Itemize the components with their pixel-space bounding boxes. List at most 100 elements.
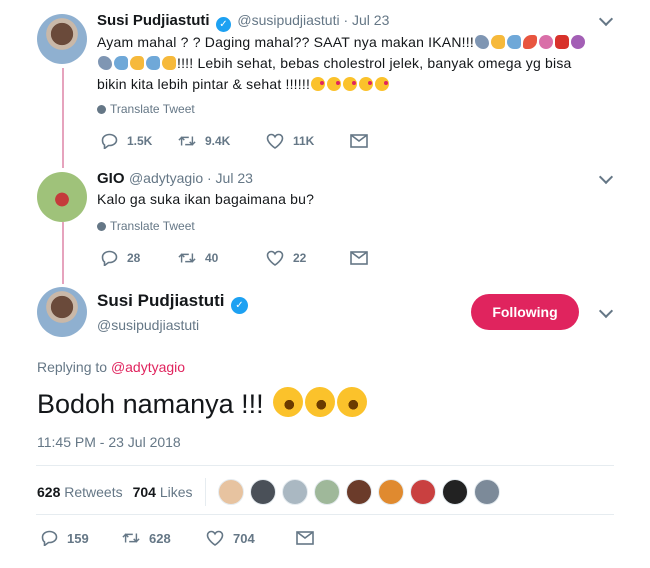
verified-badge-icon: ✓	[230, 297, 248, 314]
liker-avatar[interactable]	[377, 479, 404, 505]
reply-icon	[40, 529, 58, 547]
message-button[interactable]	[350, 132, 368, 150]
author-name[interactable]: GIO	[97, 170, 125, 187]
reply-count: 28	[127, 251, 141, 265]
tweet-text: Kalo ga suka ikan bagaimana bu?	[97, 191, 315, 207]
retweet-count: 40	[205, 251, 219, 265]
tweet-actions: 1.5K 9.4K 11K	[100, 132, 368, 150]
squid-emoji-icon	[570, 35, 585, 49]
liker-avatar[interactable]	[409, 479, 436, 505]
translate-tweet-link[interactable]: Translate Tweet	[97, 102, 195, 116]
liker-avatar[interactable]	[441, 479, 468, 505]
retweets-count: 628	[37, 484, 61, 500]
author-name[interactable]: Susi Pudjiastuti	[97, 291, 225, 310]
liker-avatar[interactable]	[345, 479, 372, 505]
tropical-fish-emoji-icon	[162, 56, 176, 70]
rofl-emoji-icon	[332, 382, 373, 422]
reply-count: 1.5K	[127, 134, 153, 148]
rofl-emoji-icon	[268, 382, 309, 422]
translate-tweet-link[interactable]: Translate Tweet	[97, 219, 195, 233]
like-count: 704	[233, 530, 255, 546]
tweet-header: Susi Pudjiastuti ✓ @susipudjiastuti · Ju…	[97, 12, 389, 32]
tweet-text: Bodoh namanya !!!	[37, 389, 272, 419]
like-count: 11K	[293, 134, 315, 148]
chevron-down-icon[interactable]	[598, 169, 614, 185]
reply-icon	[100, 132, 118, 150]
tweet-text-line: Ayam mahal ? ? Daging mahal?? SAAT nya m…	[97, 34, 474, 50]
main-tweet-text: Bodoh namanya !!!	[37, 382, 373, 422]
liker-avatar[interactable]	[249, 479, 276, 505]
fish-emoji-icon	[114, 56, 128, 70]
kiss-face-emoji-icon	[375, 77, 390, 91]
fish-emoji-icon	[506, 35, 521, 49]
likes-count: 704	[132, 484, 156, 500]
retweets-stat[interactable]: 628 Retweets	[37, 484, 123, 500]
crab-emoji-icon	[554, 35, 569, 49]
dolphin-emoji-icon	[474, 35, 489, 49]
avatar[interactable]	[37, 172, 87, 222]
message-button[interactable]	[296, 529, 314, 547]
retweet-icon	[178, 249, 196, 267]
replying-to: Replying to @adytyagio	[37, 359, 185, 375]
tropical-fish-emoji-icon	[490, 35, 505, 49]
like-button[interactable]: 11K	[266, 132, 350, 150]
tweet-timestamp[interactable]: 11:45 PM - 23 Jul 2018	[37, 434, 181, 450]
envelope-icon	[350, 132, 368, 150]
tweet-actions: 28 40 22	[100, 249, 368, 267]
author-handle[interactable]: @adytyagio · Jul 23	[129, 170, 253, 186]
reply-button[interactable]: 1.5K	[100, 132, 178, 150]
avatar[interactable]	[37, 287, 87, 337]
octopus-emoji-icon	[538, 35, 553, 49]
liker-avatar[interactable]	[281, 479, 308, 505]
fish-emoji-icon	[146, 56, 160, 70]
translate-label: Translate Tweet	[110, 219, 195, 233]
engagement-stats: 628 Retweets 704 Likes	[37, 478, 506, 506]
thread-line	[62, 222, 64, 284]
chevron-down-icon[interactable]	[598, 303, 614, 319]
retweet-button[interactable]: 628	[122, 529, 206, 547]
shrimp-emoji-icon	[522, 35, 537, 49]
liker-avatar[interactable]	[217, 479, 244, 505]
main-author: Susi Pudjiastuti ✓ @susipudjiastuti	[97, 291, 250, 333]
kiss-face-emoji-icon	[311, 77, 326, 91]
thread-line	[62, 68, 64, 168]
globe-icon	[97, 221, 106, 231]
dolphin-emoji-icon	[98, 56, 112, 70]
heart-icon	[266, 132, 284, 150]
reply-button[interactable]: 28	[100, 249, 178, 267]
translate-label: Translate Tweet	[110, 102, 195, 116]
verified-badge-icon: ✓	[215, 17, 231, 32]
chevron-down-icon[interactable]	[598, 11, 614, 27]
following-button[interactable]: Following	[471, 294, 579, 330]
heart-icon	[266, 249, 284, 267]
like-button[interactable]: 704	[206, 529, 296, 547]
main-tweet-actions: 159 628 704	[40, 529, 314, 547]
stat-separator	[204, 478, 206, 506]
likes-stat[interactable]: 704 Likes	[133, 484, 193, 500]
retweets-label: Retweets	[60, 484, 123, 500]
rofl-emoji-icon	[300, 382, 341, 422]
message-button[interactable]	[350, 249, 368, 267]
tropical-fish-emoji-icon	[130, 56, 144, 70]
tweet-header: GIO @adytyagio · Jul 23	[97, 170, 253, 188]
tweet-text-line: bikin kita lebih pintar & sehat !!!!!!	[97, 76, 311, 92]
liker-avatar[interactable]	[313, 479, 340, 505]
replying-to-link[interactable]: @adytyagio	[111, 359, 185, 375]
likes-label: Likes	[155, 484, 193, 500]
retweet-button[interactable]: 9.4K	[178, 132, 266, 150]
like-button[interactable]: 22	[266, 249, 350, 267]
reply-button[interactable]: 159	[40, 529, 122, 547]
tweet-text-line: !!!! Lebih sehat, bebas cholestrol jelek…	[177, 55, 572, 71]
liker-avatar[interactable]	[473, 479, 500, 505]
kiss-face-emoji-icon	[343, 77, 358, 91]
envelope-icon	[350, 249, 368, 267]
author-handle[interactable]: @susipudjiastuti · Jul 23	[237, 12, 389, 28]
author-handle[interactable]: @susipudjiastuti	[97, 317, 250, 333]
replying-prefix: Replying to	[37, 359, 111, 375]
reply-count: 159	[67, 530, 89, 546]
retweet-count: 628	[149, 530, 171, 546]
avatar[interactable]	[37, 14, 87, 64]
retweet-button[interactable]: 40	[178, 249, 266, 267]
retweet-icon	[178, 132, 196, 150]
author-name[interactable]: Susi Pudjiastuti	[97, 12, 210, 29]
